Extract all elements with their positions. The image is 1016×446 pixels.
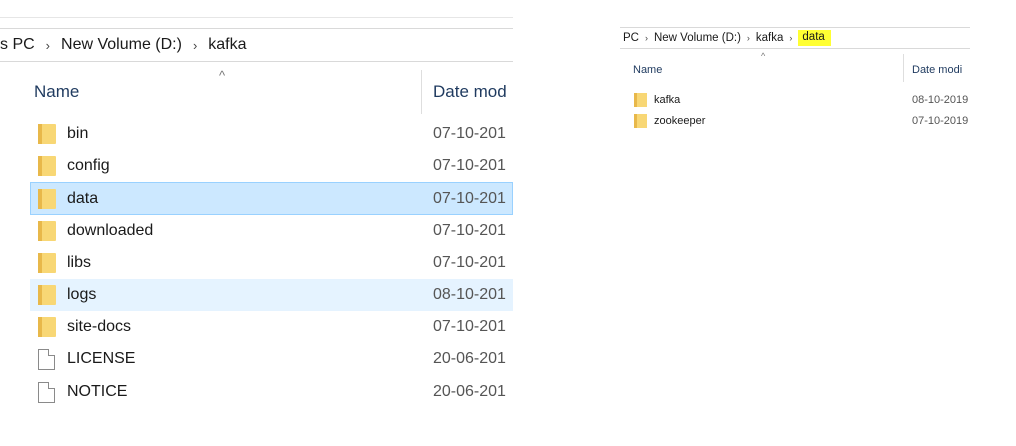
item-date: 07-10-201 (433, 221, 506, 239)
column-header-date-modified[interactable]: Date modi (912, 64, 962, 76)
file-list: bin 07-10-201 config 07-10-201 data 07-1… (0, 118, 513, 408)
column-header-row: ^ Name Date mod (0, 68, 513, 114)
address-bar[interactable]: PC › New Volume (D:) › kafka › data (620, 27, 970, 49)
item-date: 08-10-201 (433, 285, 506, 303)
list-item[interactable]: LICENSE 20-06-201 (0, 343, 513, 375)
folder-icon (634, 93, 647, 107)
column-header-name[interactable]: Name (34, 82, 79, 102)
chevron-right-icon[interactable]: › (789, 33, 792, 43)
item-name: bin (67, 125, 89, 142)
item-date: 07-10-201 (433, 190, 506, 208)
sort-ascending-icon: ^ (761, 51, 766, 61)
folder-icon (38, 189, 56, 210)
list-item[interactable]: site-docs 07-10-201 (0, 311, 513, 343)
column-divider[interactable] (421, 70, 422, 114)
window-top-border (0, 17, 513, 18)
list-item-hover[interactable]: logs 08-10-201 (30, 278, 513, 312)
file-icon (38, 381, 55, 403)
list-item[interactable]: bin 07-10-201 (0, 118, 513, 150)
column-header-row: ^ Name Date modi (620, 51, 970, 82)
list-item[interactable]: kafka 08-10-2019 (620, 90, 970, 111)
item-name: LICENSE (67, 350, 136, 368)
file-icon (38, 349, 55, 371)
list-item-selected[interactable]: data 07-10-201 (30, 182, 513, 215)
item-name: config (67, 157, 110, 175)
column-header-date-modified[interactable]: Date mod (433, 82, 507, 102)
folder-icon (634, 114, 647, 128)
address-bar[interactable]: s PC › New Volume (D:) › kafka (0, 28, 513, 62)
list-item[interactable]: NOTICE 20-06-201 (0, 376, 513, 408)
breadcrumb-kafka[interactable]: kafka (756, 32, 784, 44)
item-name: kafka (654, 94, 681, 106)
folder-icon (38, 252, 56, 273)
item-name: NOTICE (67, 382, 128, 400)
left-explorer-window: s PC › New Volume (D:) › kafka ^ Name Da… (0, 0, 513, 446)
item-date: 07-10-201 (433, 157, 506, 175)
right-explorer-window: PC › New Volume (D:) › kafka › data ^ Na… (620, 0, 970, 160)
item-name: data (67, 190, 99, 208)
column-header-name[interactable]: Name (633, 64, 662, 76)
item-name: logs (67, 285, 97, 303)
item-name: zookeeper (654, 115, 706, 127)
list-item[interactable]: config 07-10-201 (0, 150, 513, 182)
folder-icon (38, 220, 56, 241)
list-item[interactable]: libs 07-10-201 (0, 247, 513, 279)
chevron-right-icon[interactable]: › (46, 38, 50, 53)
list-item[interactable]: downloaded 07-10-201 (0, 215, 513, 247)
list-item[interactable]: zookeeper 07-10-2019 (620, 111, 970, 132)
item-date: 20-06-201 (433, 382, 506, 400)
item-name: libs (67, 253, 92, 271)
item-date: 07-10-201 (433, 125, 506, 142)
item-date: 07-10-201 (433, 318, 506, 336)
item-name: downloaded (67, 221, 154, 239)
breadcrumb-this-pc[interactable]: s PC (0, 36, 35, 54)
breadcrumb-data-highlighted[interactable]: data (798, 30, 831, 46)
chevron-right-icon[interactable]: › (747, 33, 750, 43)
file-list: kafka 08-10-2019 zookeeper 07-10-2019 (620, 90, 970, 132)
breadcrumb-new-volume[interactable]: New Volume (D:) (61, 36, 182, 54)
chevron-right-icon[interactable]: › (645, 33, 648, 43)
item-date: 20-06-201 (433, 350, 506, 368)
sort-ascending-icon: ^ (219, 68, 226, 83)
folder-icon (38, 124, 56, 144)
folder-icon (38, 284, 56, 305)
column-divider[interactable] (903, 54, 904, 82)
folder-icon (38, 317, 56, 338)
breadcrumb-this-pc[interactable]: PC (623, 32, 639, 44)
breadcrumb-kafka[interactable]: kafka (208, 36, 246, 54)
folder-icon (38, 156, 56, 177)
item-date: 07-10-2019 (912, 115, 969, 127)
breadcrumb-new-volume[interactable]: New Volume (D:) (654, 32, 741, 44)
item-name: site-docs (67, 318, 132, 336)
item-date: 08-10-2019 (912, 94, 969, 106)
chevron-right-icon[interactable]: › (193, 38, 197, 53)
item-date: 07-10-201 (433, 253, 506, 271)
